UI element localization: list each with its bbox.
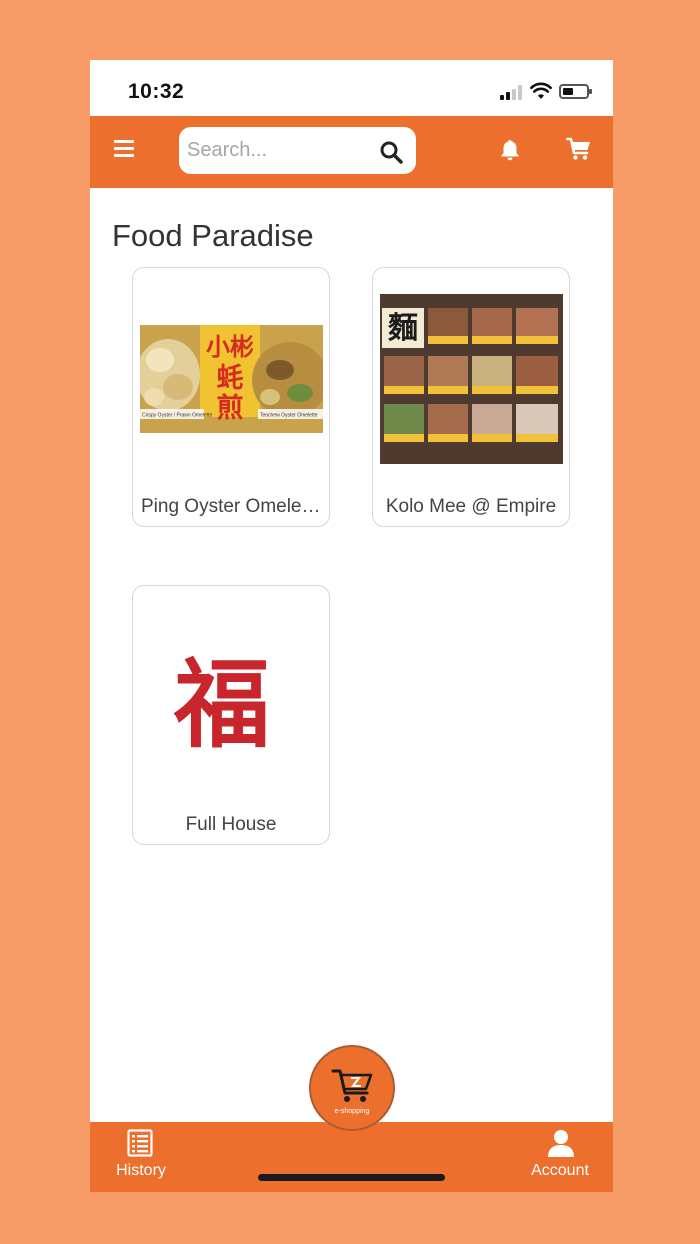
e-shopping-label: e-shopping	[334, 1108, 370, 1115]
search-input[interactable]	[187, 135, 367, 165]
page-title: Food Paradise	[112, 218, 314, 253]
home-indicator[interactable]	[258, 1174, 445, 1181]
svg-text:麵: 麵	[388, 311, 418, 346]
phone-screen: 10:32 Search... Food Paradise 小彬 蚝 煎 Cri…	[90, 60, 613, 1192]
cart-icon[interactable]	[566, 136, 592, 162]
app-header	[90, 116, 613, 188]
account-icon	[548, 1130, 574, 1157]
svg-text:煎: 煎	[217, 392, 244, 424]
store-card-ping-oyster[interactable]: 小彬 蚝 煎 Crispy Oyster / Prawn Omelette Te…	[132, 267, 330, 527]
battery-icon	[559, 84, 592, 99]
svg-text:蚝: 蚝	[217, 363, 244, 394]
svg-text:福: 福	[173, 648, 270, 761]
nav-account-label: Account	[531, 1162, 589, 1179]
oyster-caption-right: Teochew Oyster Omelette	[260, 413, 318, 419]
bell-icon[interactable]	[498, 138, 522, 162]
nav-history[interactable]: History	[90, 1126, 196, 1188]
store-name: Ping Oyster Omelette	[141, 496, 321, 517]
bottom-nav: History Account	[90, 1122, 613, 1192]
wifi-icon	[530, 82, 552, 99]
oyster-caption-left: Crispy Oyster / Prawn Omelette	[142, 413, 213, 419]
store-card-full-house[interactable]: 福 Full House	[132, 585, 330, 845]
e-shopping-button[interactable]: e-shopping	[309, 1045, 395, 1131]
status-time: 10:32	[128, 80, 185, 103]
store-card-kolo-mee[interactable]: 麵 Kolo Mee @ Empire	[372, 267, 570, 527]
search-icon[interactable]	[379, 140, 403, 164]
store-logo-fu-character: 福	[140, 626, 323, 796]
store-image-oyster-omelette: 小彬 蚝 煎 Crispy Oyster / Prawn Omelette Te…	[140, 325, 323, 433]
search-bar	[179, 127, 416, 174]
store-name: Full House	[185, 814, 277, 835]
history-icon	[127, 1129, 153, 1157]
status-bar: 10:32	[90, 60, 613, 116]
store-image-kolo-mee-menu: 麵	[380, 294, 563, 464]
nav-history-label: History	[116, 1162, 166, 1179]
shopping-cart-logo-icon	[331, 1069, 373, 1102]
signal-icon	[500, 84, 524, 100]
menu-icon[interactable]	[114, 140, 134, 158]
store-name: Kolo Mee @ Empire	[385, 496, 557, 517]
svg-text:小彬: 小彬	[206, 333, 254, 361]
nav-account[interactable]: Account	[505, 1126, 613, 1188]
